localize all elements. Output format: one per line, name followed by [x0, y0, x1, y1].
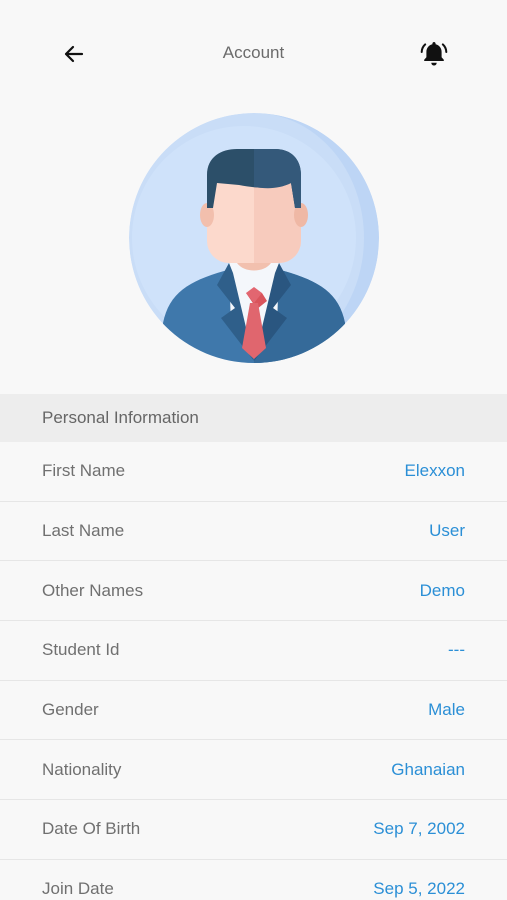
- field-row-last-name: Last Name User: [0, 502, 507, 562]
- app-header: Account: [0, 0, 507, 106]
- businessman-avatar-icon: [129, 113, 379, 363]
- field-value: Male: [428, 700, 465, 720]
- personal-info-list: First Name Elexxon Last Name User Other …: [0, 442, 507, 900]
- field-value: Ghanaian: [391, 759, 465, 779]
- field-value: User: [429, 521, 465, 541]
- field-value: ---: [448, 640, 465, 660]
- section-title: Personal Information: [42, 408, 199, 427]
- field-row-other-names: Other Names Demo: [0, 561, 507, 622]
- field-value: Sep 5, 2022: [373, 879, 465, 899]
- bell-ringing-icon: [420, 42, 448, 66]
- field-label: Other Names: [42, 580, 144, 600]
- field-row-student-id: Student Id ---: [0, 621, 507, 681]
- field-label: Student Id: [42, 640, 120, 660]
- notification-button[interactable]: [418, 36, 450, 70]
- field-row-join-date: Join Date Sep 5, 2022: [0, 860, 507, 900]
- personal-information-header: Personal Information: [0, 394, 507, 442]
- field-value: Elexxon: [404, 461, 465, 481]
- field-row-date-of-birth: Date Of Birth Sep 7, 2002: [0, 800, 507, 860]
- field-label: Join Date: [42, 879, 114, 899]
- field-label: Last Name: [42, 521, 125, 541]
- field-row-gender: Gender Male: [0, 681, 507, 741]
- field-row-first-name: First Name Elexxon: [0, 442, 507, 502]
- field-label: Date Of Birth: [42, 819, 141, 839]
- field-label: Gender: [42, 700, 99, 720]
- field-row-nationality: Nationality Ghanaian: [0, 740, 507, 801]
- field-value: Demo: [419, 580, 465, 600]
- field-label: Nationality: [42, 759, 122, 779]
- field-label: First Name: [42, 461, 126, 481]
- profile-avatar: [129, 113, 379, 363]
- field-value: Sep 7, 2002: [373, 819, 465, 839]
